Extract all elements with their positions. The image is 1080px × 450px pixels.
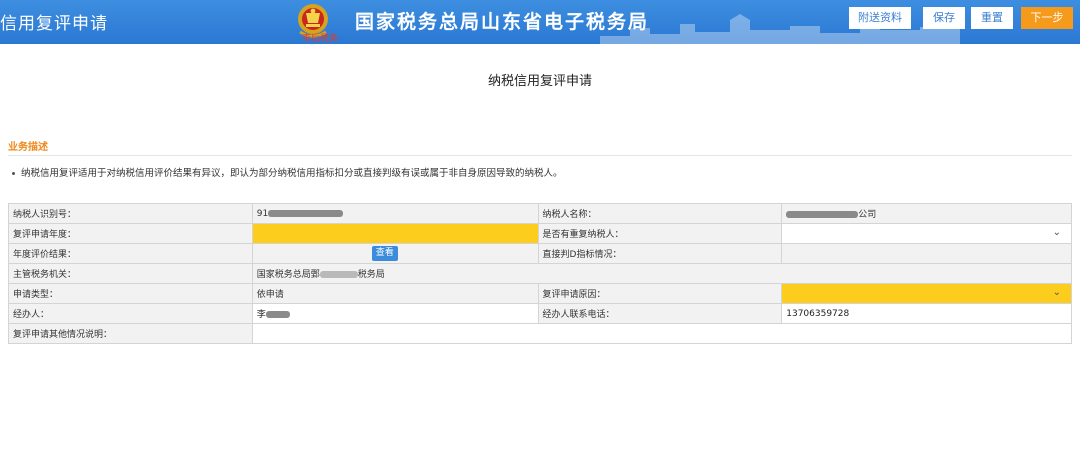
- review-form: 纳税人识别号： 91 纳税人名称： 公司 复评申请年度： 是否有重复纳税人： ⌄…: [8, 203, 1073, 344]
- authority-field: 国家税务总局鄄 税务局: [251, 263, 1073, 284]
- save-button[interactable]: 保存: [923, 7, 965, 29]
- form-row: 申请类型： 依申请 复评申请原因： ⌄: [8, 283, 1072, 304]
- form-row: 复评申请年度： 是否有重复纳税人： ⌄: [8, 223, 1072, 244]
- redacted-mask: [268, 209, 344, 217]
- header-bar: 信用复评申请 李后税务 国家税务总局山东省电子税务局 附送资料 保存 重置 下一…: [0, 0, 1080, 44]
- authority-label: 主管税务机关：: [8, 263, 253, 284]
- view-button[interactable]: 查看: [371, 246, 398, 261]
- bullet-icon: [12, 172, 15, 175]
- chevron-down-icon: ⌄: [1052, 287, 1061, 298]
- signature-text: 李后税务: [302, 34, 339, 44]
- duplicate-taxpayer-select[interactable]: ⌄: [781, 223, 1072, 244]
- handler-value: 李: [256, 310, 266, 320]
- business-description: 纳税信用复评适用于对纳税信用评价结果有异议，即认为部分纳税信用指标扣分或直接判级…: [12, 165, 563, 179]
- taxpayer-name-label: 纳税人名称：: [537, 203, 783, 224]
- form-row: 复评申请其他情况说明：: [8, 323, 1073, 344]
- direct-d-field: [781, 243, 1072, 264]
- taxpayer-name-suffix: 公司: [858, 210, 877, 220]
- authority-suffix: 税务局: [357, 270, 385, 280]
- next-button[interactable]: 下一步: [1021, 7, 1073, 29]
- taxpayer-id-value: 91: [256, 208, 269, 219]
- redacted-mask: [786, 211, 859, 218]
- reset-button[interactable]: 重置: [971, 7, 1013, 29]
- form-row: 纳税人识别号： 91 纳税人名称： 公司: [8, 203, 1072, 224]
- review-year-input[interactable]: [251, 223, 539, 244]
- redacted-mask: [319, 271, 358, 278]
- form-row: 年度评价结果： 查看 直接判D指标情况：: [8, 243, 1072, 264]
- review-year-label: 复评申请年度：: [8, 223, 253, 244]
- annual-result-label: 年度评价结果：: [8, 243, 253, 264]
- section-divider: [8, 155, 1072, 156]
- phone-input[interactable]: 13706359728: [781, 303, 1072, 324]
- apply-type-value: 依申请: [251, 283, 539, 304]
- phone-label: 经办人联系电话：: [537, 303, 783, 324]
- attach-button[interactable]: 附送资料: [849, 7, 911, 29]
- reason-select[interactable]: ⌄: [781, 283, 1072, 304]
- chevron-down-icon: ⌄: [1052, 227, 1061, 238]
- annual-result-field: 查看: [251, 243, 539, 264]
- direct-d-label: 直接判D指标情况：: [537, 243, 783, 264]
- taxpayer-id-label: 纳税人识别号：: [8, 203, 253, 224]
- duplicate-taxpayer-label: 是否有重复纳税人：: [537, 223, 783, 244]
- handler-label: 经办人：: [8, 303, 253, 324]
- apply-type-label: 申请类型：: [8, 283, 253, 304]
- form-row: 经办人： 李 经办人联系电话： 13706359728: [8, 303, 1072, 324]
- form-row: 主管税务机关： 国家税务总局鄄 税务局: [8, 263, 1073, 284]
- taxpayer-id-field: 91: [251, 203, 539, 224]
- handler-input[interactable]: 李: [251, 303, 539, 324]
- taxpayer-name-field: 公司: [781, 203, 1072, 224]
- app-title: 信用复评申请: [0, 14, 108, 34]
- reason-label: 复评申请原因：: [537, 283, 783, 304]
- other-notes-textarea[interactable]: [251, 323, 1073, 344]
- other-notes-label: 复评申请其他情况说明：: [8, 323, 253, 344]
- description-text: 纳税信用复评适用于对纳税信用评价结果有异议，即认为部分纳税信用指标扣分或直接判级…: [21, 168, 563, 179]
- section-title: 业务描述: [8, 142, 48, 153]
- page-title: 纳税信用复评申请: [487, 74, 592, 89]
- org-name: 国家税务总局山东省电子税务局: [355, 11, 650, 33]
- redacted-mask: [265, 311, 290, 318]
- authority-prefix: 国家税务总局鄄: [256, 270, 320, 280]
